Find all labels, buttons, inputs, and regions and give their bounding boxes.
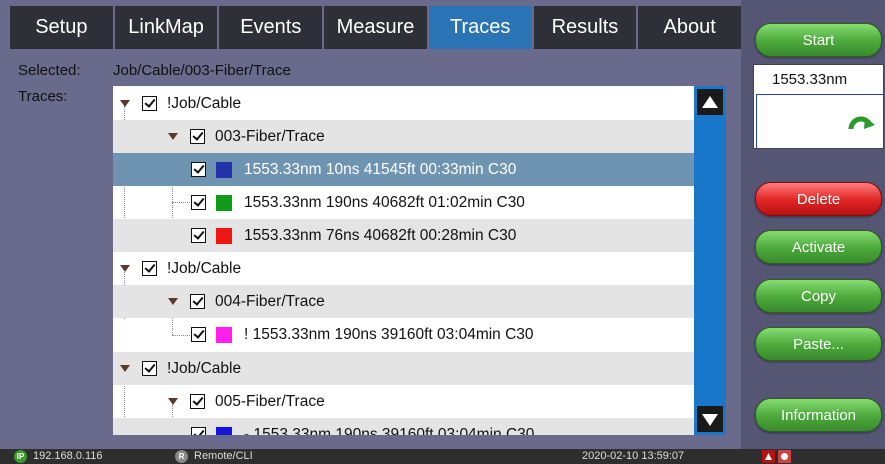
checkbox-icon[interactable] [191, 228, 206, 243]
status-bar: IP 192.168.0.116 R Remote/CLI 2020-02-10… [0, 449, 885, 464]
trace-tree: !Job/Cable 003-Fiber/Trace 1553.33nm 10n… [113, 86, 694, 435]
tree-row-fiber[interactable]: 004-Fiber/Trace [113, 285, 694, 318]
tree-row-label: !Job/Cable [167, 359, 242, 377]
main-panel: Setup LinkMap Events Measure Traces Resu… [0, 0, 742, 449]
trace-color-swatch [216, 326, 232, 343]
ip-badge: IP [14, 450, 27, 463]
scroll-down-button[interactable] [697, 406, 723, 432]
rotate-arrow-icon [848, 116, 875, 130]
tree-row-label: 1553.33nm 10ns 41545ft 00:33min C30 [244, 160, 517, 178]
tab-measure[interactable]: Measure [324, 6, 429, 49]
chevron-down-icon [702, 414, 718, 426]
checkbox-icon[interactable] [190, 394, 205, 409]
tab-results[interactable]: Results [533, 6, 639, 49]
tree-row-label: 004-Fiber/Trace [215, 292, 325, 310]
trace-color-swatch [216, 194, 232, 211]
checkbox-icon[interactable] [191, 195, 206, 210]
checkbox-icon[interactable] [191, 427, 206, 435]
remote-status: Remote/CLI [194, 450, 253, 462]
expand-triangle-icon[interactable] [120, 265, 130, 272]
alarm-icon[interactable] [778, 450, 791, 463]
paste-button[interactable]: Paste... [755, 327, 882, 361]
tree-row-job[interactable]: !Job/Cable [113, 87, 694, 120]
tree-row-trace[interactable]: ! 1553.33nm 190ns 39160ft 03:04min C30 [113, 318, 694, 351]
selected-label: Selected: [18, 62, 81, 79]
tree-row-label: ! 1553.33nm 190ns 39160ft 03:04min C30 [244, 325, 534, 343]
information-button[interactable]: Information [755, 398, 882, 432]
checkbox-icon[interactable] [142, 96, 157, 111]
expand-triangle-icon[interactable] [168, 133, 178, 140]
trace-preview[interactable]: 1553.33nm [753, 64, 884, 149]
checkbox-icon[interactable] [191, 327, 206, 342]
remote-badge: R [175, 450, 188, 463]
trace-color-swatch [216, 426, 232, 435]
checkbox-icon[interactable] [142, 261, 157, 276]
tree-row-trace[interactable]: 1553.33nm 76ns 40682ft 00:28min C30 [113, 219, 694, 252]
tree-row-trace[interactable]: - 1553.33nm 190ns 39160ft 03:04min C30 [113, 418, 694, 435]
tree-row-job[interactable]: !Job/Cable [113, 352, 694, 385]
trace-color-swatch [216, 161, 232, 178]
tab-setup[interactable]: Setup [10, 6, 115, 49]
checkbox-icon[interactable] [142, 361, 157, 376]
start-button[interactable]: Start [755, 23, 882, 57]
tab-traces[interactable]: Traces [428, 6, 534, 49]
expand-triangle-icon[interactable] [120, 365, 130, 372]
selected-path: Job/Cable/003-Fiber/Trace [113, 62, 291, 79]
traces-label: Traces: [18, 88, 68, 105]
activate-button[interactable]: Activate [755, 230, 882, 264]
ip-address: 192.168.0.116 [33, 450, 103, 462]
tree-row-label: !Job/Cable [167, 94, 242, 112]
copy-button[interactable]: Copy [755, 279, 882, 313]
tree-row-fiber[interactable]: 003-Fiber/Trace [113, 120, 694, 153]
tree-row-label: !Job/Cable [167, 259, 242, 277]
tree-row-label: - 1553.33nm 190ns 39160ft 03:04min C30 [244, 425, 535, 436]
tree-row-label: 1553.33nm 76ns 40682ft 00:28min C30 [244, 226, 517, 244]
tree-row-label: 005-Fiber/Trace [215, 392, 325, 410]
preview-trace-line [756, 94, 883, 95]
expand-triangle-icon[interactable] [168, 298, 178, 305]
checkbox-icon[interactable] [190, 294, 205, 309]
tree-row-trace[interactable]: 1553.33nm 10ns 41545ft 00:33min C30 [113, 153, 694, 186]
delete-button[interactable]: Delete [755, 182, 882, 216]
tree-row-label: 003-Fiber/Trace [215, 127, 325, 145]
expand-triangle-icon[interactable] [168, 398, 178, 405]
tab-about[interactable]: About [638, 6, 742, 49]
alarm-icon[interactable] [762, 450, 775, 463]
tab-bar: Setup LinkMap Events Measure Traces Resu… [10, 6, 742, 50]
datetime: 2020-02-10 13:59:07 [582, 450, 685, 462]
tree-row-trace[interactable]: 1553.33nm 190ns 40682ft 01:02min C30 [113, 186, 694, 219]
preview-trace-line [756, 94, 757, 148]
checkbox-icon[interactable] [191, 162, 206, 177]
tree-row-fiber[interactable]: 005-Fiber/Trace [113, 385, 694, 418]
checkbox-icon[interactable] [190, 129, 205, 144]
tree-row-label: 1553.33nm 190ns 40682ft 01:02min C30 [244, 193, 525, 211]
preview-wavelength: 1553.33nm [772, 71, 848, 88]
tree-row-job[interactable]: !Job/Cable [113, 252, 694, 285]
tab-events[interactable]: Events [219, 6, 325, 49]
tab-linkmap[interactable]: LinkMap [114, 6, 220, 49]
tree-scrollbar[interactable] [694, 86, 726, 435]
expand-triangle-icon[interactable] [120, 100, 130, 107]
chevron-up-icon [702, 96, 718, 108]
trace-color-swatch [216, 227, 232, 244]
scroll-up-button[interactable] [697, 89, 723, 115]
